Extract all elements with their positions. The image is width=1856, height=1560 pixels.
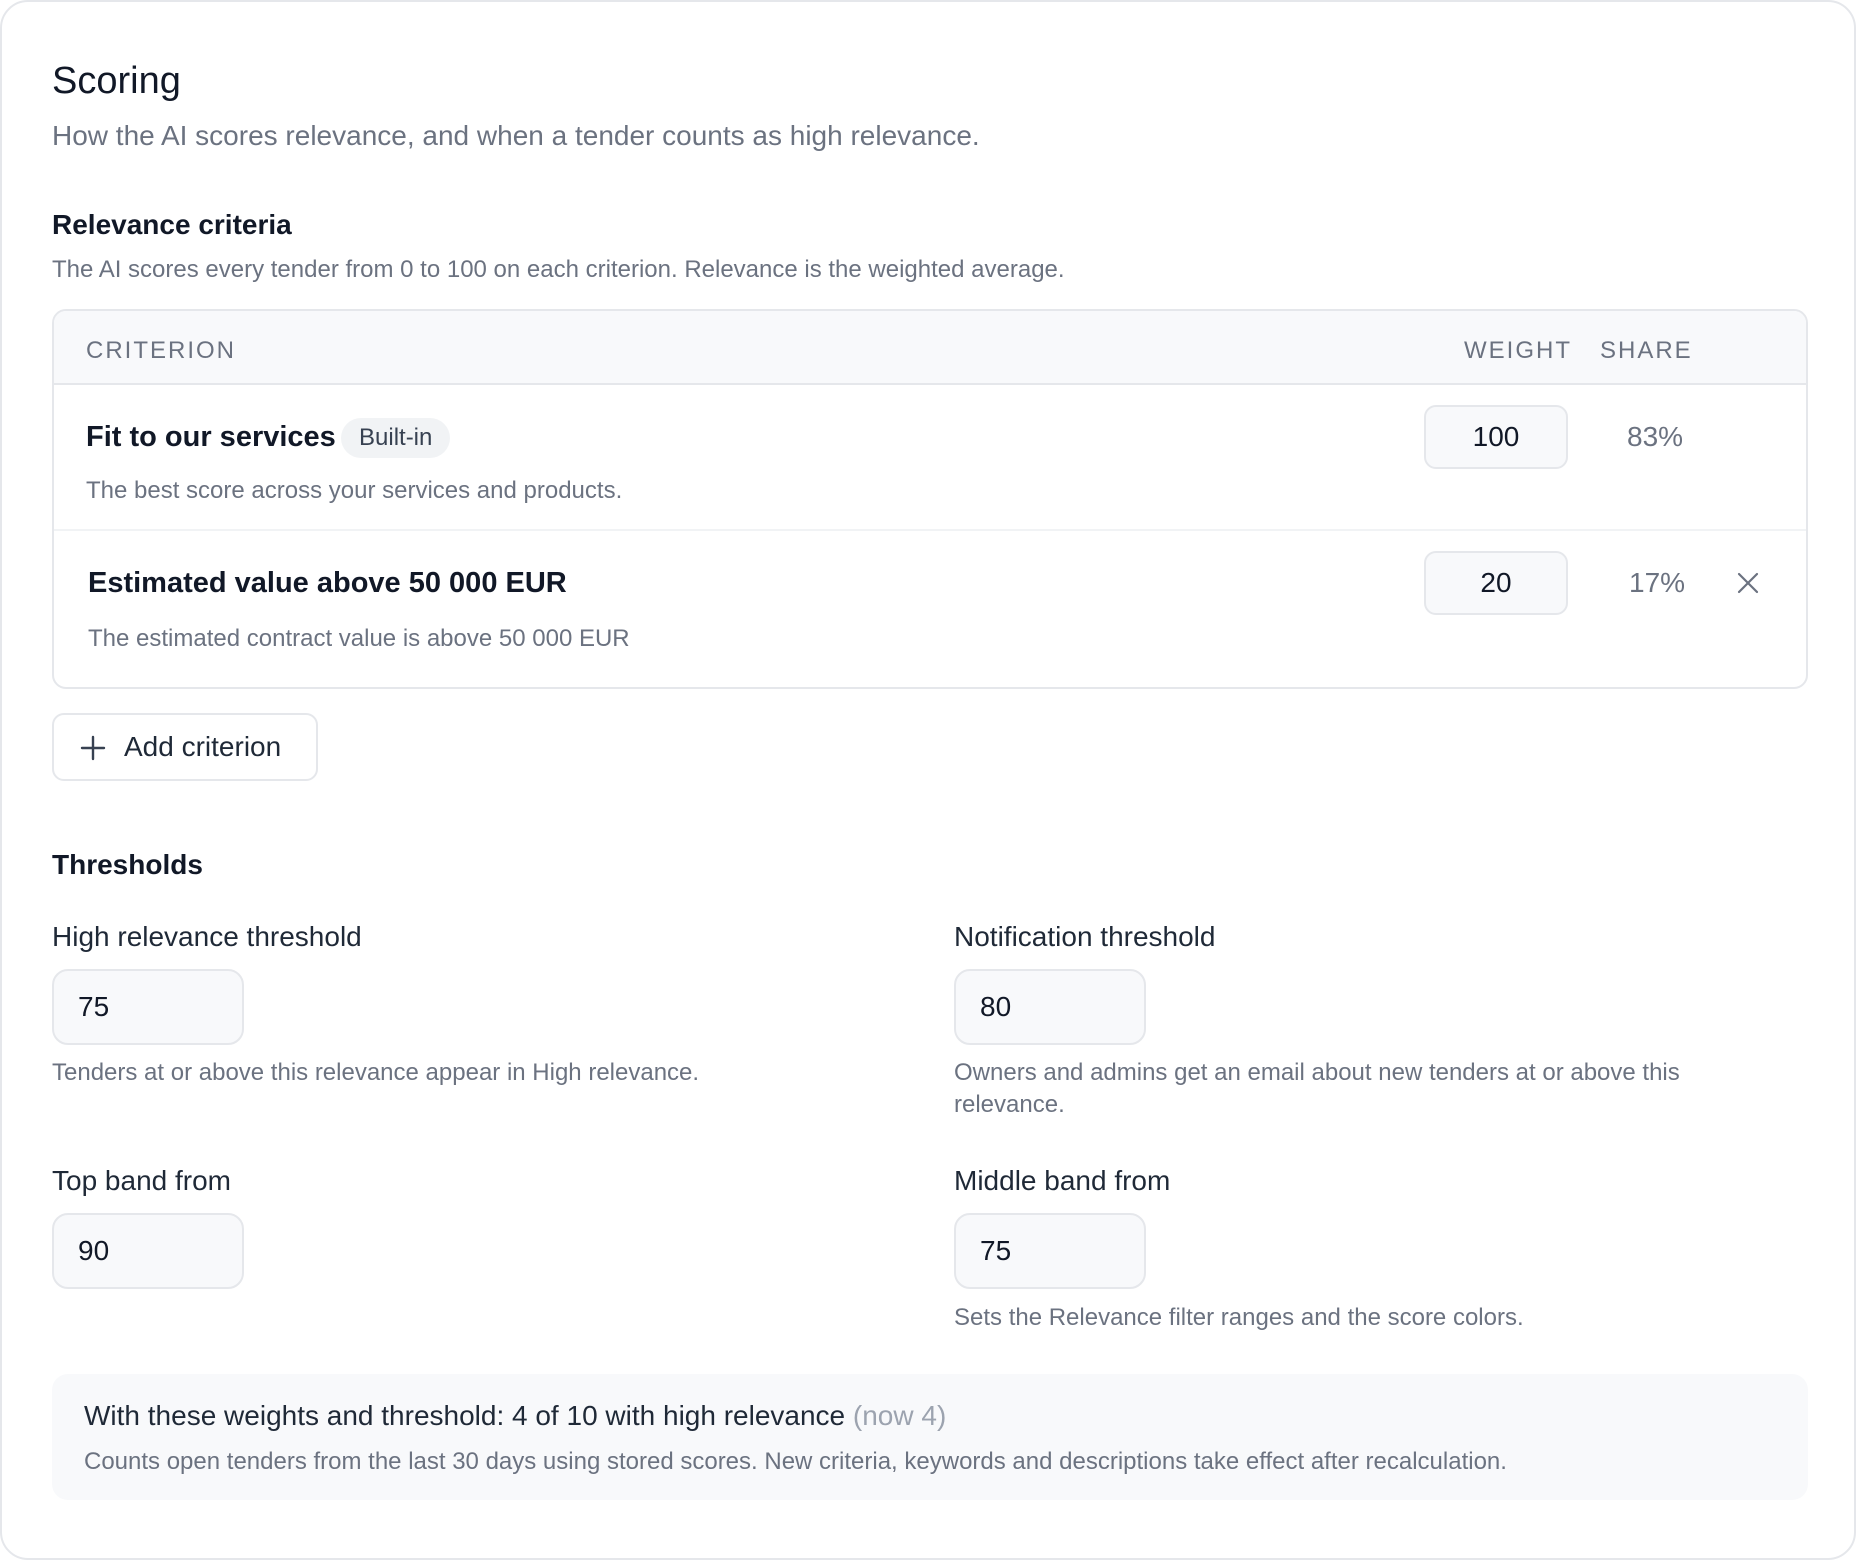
high-relevance-input[interactable] — [52, 969, 244, 1045]
criteria-table-header: CRITERION WEIGHT SHARE — [54, 311, 1806, 385]
criterion-name: Estimated value above 50 000 EUR — [88, 567, 567, 599]
criterion-row: Fit to our services Built-in The best sc… — [54, 385, 1806, 531]
criterion-share: 17% — [1629, 567, 1686, 598]
top-band-label: Top band from — [52, 1165, 231, 1196]
column-header-weight: WEIGHT — [1464, 337, 1572, 364]
notification-threshold-help: Owners and admins get an email about new… — [954, 1059, 1680, 1118]
add-criterion-label: Add criterion — [124, 731, 282, 762]
notification-threshold-input[interactable] — [954, 969, 1146, 1045]
criterion-weight-input[interactable] — [1424, 405, 1568, 469]
summary-text: With these weights and threshold: 4 of 1… — [84, 1400, 946, 1432]
criterion-row: Estimated value above 50 000 EUR The est… — [54, 531, 1806, 687]
page-title: Scoring — [52, 60, 181, 102]
criteria-section-description: The AI scores every tender from 0 to 100… — [52, 256, 1065, 283]
column-header-criterion: CRITERION — [86, 337, 236, 364]
scoring-card: Scoring How the AI scores relevance, and… — [0, 0, 1856, 1560]
summary-note: Counts open tenders from the last 30 day… — [84, 1448, 1507, 1475]
notification-threshold-label: Notification threshold — [954, 921, 1216, 952]
add-criterion-button[interactable]: Add criterion — [52, 713, 318, 781]
summary-now-count: (now 4) — [852, 1400, 947, 1431]
criteria-table: CRITERION WEIGHT SHARE Fit to our servic… — [52, 309, 1808, 689]
criterion-description: The best score across your services and … — [86, 477, 623, 504]
plus-icon — [80, 735, 106, 761]
high-relevance-help: Tenders at or above this relevance appea… — [52, 1059, 700, 1086]
close-icon[interactable] — [1734, 569, 1762, 597]
criterion-weight-input[interactable] — [1424, 551, 1568, 615]
middle-band-input[interactable] — [954, 1213, 1146, 1289]
middle-band-label: Middle band from — [954, 1165, 1171, 1196]
high-relevance-label: High relevance threshold — [52, 921, 362, 952]
thresholds-section-title: Thresholds — [52, 849, 203, 880]
criterion-name: Fit to our services — [86, 421, 336, 453]
relevance-summary: With these weights and threshold: 4 of 1… — [52, 1374, 1808, 1500]
middle-band-help: Sets the Relevance filter ranges and the… — [954, 1304, 1524, 1331]
column-header-share: SHARE — [1600, 337, 1693, 364]
summary-main-text: With these weights and threshold: 4 of 1… — [84, 1400, 846, 1431]
page-subtitle: How the AI scores relevance, and when a … — [52, 120, 980, 151]
top-band-input[interactable] — [52, 1213, 244, 1289]
criterion-description: The estimated contract value is above 50… — [88, 625, 630, 652]
criteria-section-title: Relevance criteria — [52, 209, 292, 240]
built-in-badge: Built-in — [341, 418, 451, 458]
criterion-share: 83% — [1627, 421, 1684, 452]
